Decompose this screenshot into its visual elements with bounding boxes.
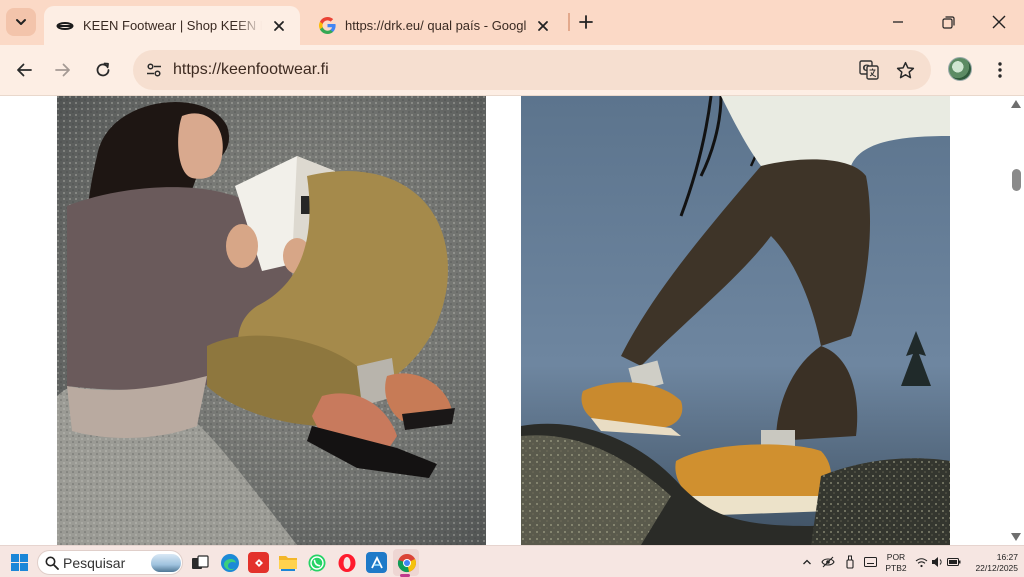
more-vertical-icon <box>998 62 1002 78</box>
translate-icon: G <box>859 60 879 80</box>
clock-time: 16:27 <box>996 552 1018 562</box>
tab-separator <box>568 13 570 31</box>
tab-search-button[interactable] <box>6 8 36 36</box>
file-explorer-icon[interactable] <box>277 552 298 573</box>
battery-icon[interactable] <box>947 555 961 569</box>
plus-icon <box>579 15 593 29</box>
task-view-icon[interactable] <box>189 552 210 573</box>
anydesk-icon[interactable] <box>248 552 269 573</box>
address-bar[interactable]: https://keenfootwear.fi G <box>133 50 931 90</box>
scroll-thumb[interactable] <box>1012 169 1021 191</box>
site-info-button[interactable] <box>140 56 168 84</box>
new-tab-button[interactable] <box>574 10 598 34</box>
tab-title: KEEN Footwear | Shop KEEN Footwear <box>83 18 262 33</box>
windows-taskbar: Pesquisar POR PTB2 16:27 22/12/2025 <box>0 545 1024 577</box>
search-icon <box>45 556 59 570</box>
wifi-icon[interactable] <box>914 555 928 569</box>
reload-icon <box>96 62 110 77</box>
keyboard-icon[interactable] <box>863 555 877 569</box>
search-placeholder: Pesquisar <box>63 555 126 571</box>
back-button[interactable] <box>10 56 38 84</box>
keyboard-layout: PTB2 <box>885 563 907 573</box>
chrome-icon[interactable] <box>396 552 417 573</box>
profile-avatar[interactable] <box>948 57 972 81</box>
star-icon <box>896 61 914 78</box>
product-image-reading[interactable] <box>57 96 486 545</box>
search-highlight-image <box>151 554 181 572</box>
opera-icon[interactable] <box>336 552 357 573</box>
restore-icon <box>941 15 955 29</box>
photo-woman-reading <box>57 96 486 545</box>
whatsapp-icon[interactable] <box>306 552 327 573</box>
tab-keen[interactable]: KEEN Footwear | Shop KEEN Footwear <box>44 6 300 45</box>
chevron-down-icon <box>16 19 26 25</box>
browser-toolbar: https://keenfootwear.fi G <box>0 45 1024 96</box>
keen-logo-icon <box>56 17 74 35</box>
translate-button[interactable]: G <box>856 57 882 83</box>
close-icon <box>992 15 1006 29</box>
minimize-button[interactable] <box>884 8 912 36</box>
scroll-up-icon[interactable] <box>1011 100 1021 108</box>
windows-start-icon[interactable] <box>11 554 28 571</box>
tune-icon <box>147 63 161 77</box>
close-tab-icon[interactable] <box>270 17 288 35</box>
url-text[interactable]: https://keenfootwear.fi <box>173 61 329 79</box>
product-image-hiking[interactable] <box>521 96 950 545</box>
reload-button[interactable] <box>89 56 117 84</box>
volume-icon[interactable] <box>930 555 944 569</box>
language-code: POR <box>886 552 906 562</box>
store-app-icon[interactable] <box>366 552 387 573</box>
tab-google[interactable]: https://drk.eu/ qual país - Google <box>306 6 564 45</box>
input-language[interactable]: POR PTB2 <box>882 552 910 574</box>
tab-strip: KEEN Footwear | Shop KEEN Footwear https… <box>0 0 1024 45</box>
edge-icon[interactable] <box>219 552 240 573</box>
arrow-left-icon <box>17 63 32 77</box>
bookmark-button[interactable] <box>892 57 918 83</box>
scroll-down-icon[interactable] <box>1011 533 1021 541</box>
close-window-button[interactable] <box>985 8 1013 36</box>
restore-button[interactable] <box>934 8 962 36</box>
minimize-icon <box>893 21 903 23</box>
system-clock[interactable]: 16:27 22/12/2025 <box>962 552 1018 574</box>
arrow-right-icon <box>55 63 70 77</box>
taskbar-search[interactable]: Pesquisar <box>37 550 183 575</box>
photo-hiker-rocks <box>521 96 950 545</box>
close-tab-icon[interactable] <box>534 17 552 35</box>
tab-title: https://drk.eu/ qual país - Google <box>345 18 526 33</box>
eye-off-icon[interactable] <box>821 555 835 569</box>
google-g-icon <box>318 17 336 35</box>
web-page <box>0 96 1008 545</box>
menu-button[interactable] <box>988 57 1012 83</box>
clock-date: 22/12/2025 <box>975 563 1018 573</box>
page-scrollbar[interactable] <box>1008 96 1024 545</box>
chevron-up-icon[interactable] <box>800 555 814 569</box>
usb-icon[interactable] <box>843 555 857 569</box>
forward-button[interactable] <box>49 56 77 84</box>
